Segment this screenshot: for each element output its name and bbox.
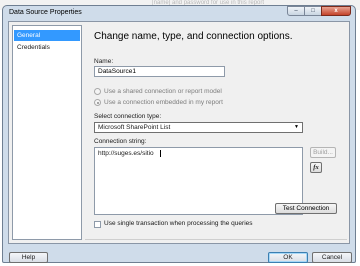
- minimize-button[interactable]: –: [287, 6, 305, 16]
- connection-type-value: Microsoft SharePoint List: [98, 124, 171, 131]
- maximize-icon: □: [311, 8, 315, 14]
- dialog-window: Data Source Properties – □ x General Cre…: [2, 5, 356, 263]
- name-input[interactable]: [94, 66, 225, 77]
- connection-string-label: Connection string:: [94, 138, 147, 145]
- close-button[interactable]: x: [321, 6, 351, 16]
- maximize-button[interactable]: □: [304, 6, 322, 16]
- panel-heading: Change name, type, and connection option…: [94, 31, 293, 42]
- test-connection-button[interactable]: Test Connection: [275, 203, 337, 214]
- help-button[interactable]: Help: [9, 252, 48, 263]
- separator: [85, 239, 347, 240]
- radio-shared-connection[interactable]: Use a shared connection or report model: [94, 88, 222, 95]
- dialog-client-area: General Credentials Change name, type, a…: [8, 21, 350, 244]
- radio-shared-label: Use a shared connection or report model: [104, 88, 222, 95]
- nav-item-general[interactable]: General: [14, 30, 80, 41]
- build-button[interactable]: Build...: [310, 147, 336, 158]
- radio-embedded-connection[interactable]: Use a connection embedded in my report: [94, 99, 223, 106]
- connection-type-select[interactable]: Microsoft SharePoint List ▼: [94, 122, 303, 133]
- connection-string-textarea[interactable]: http://suges.es/sitio: [94, 147, 303, 215]
- radio-button[interactable]: [94, 88, 101, 95]
- title-bar[interactable]: Data Source Properties – □ x: [3, 6, 355, 20]
- general-panel: Change name, type, and connection option…: [85, 22, 347, 243]
- expression-fx-button[interactable]: fx: [310, 162, 322, 173]
- cancel-button[interactable]: Cancel: [312, 252, 352, 263]
- minimize-icon: –: [294, 8, 298, 14]
- single-transaction-label: Use single transaction when processing t…: [104, 220, 253, 227]
- caption-buttons: – □ x: [287, 6, 351, 16]
- text-caret: [160, 150, 161, 157]
- page-nav-list: General Credentials: [12, 25, 82, 240]
- nav-item-credentials[interactable]: Credentials: [14, 42, 80, 53]
- connection-string-value: http://suges.es/sitio: [98, 150, 154, 157]
- single-transaction-checkbox[interactable]: [94, 221, 101, 228]
- radio-button-checked[interactable]: [94, 99, 101, 106]
- close-icon: x: [334, 8, 338, 14]
- dropdown-arrow-icon: ▼: [294, 124, 299, 130]
- name-label: Name:: [94, 58, 114, 65]
- ok-button[interactable]: OK: [268, 252, 308, 263]
- radio-embedded-label: Use a connection embedded in my report: [104, 99, 223, 106]
- window-title: Data Source Properties: [9, 9, 82, 16]
- connection-type-label: Select connection type:: [94, 113, 162, 120]
